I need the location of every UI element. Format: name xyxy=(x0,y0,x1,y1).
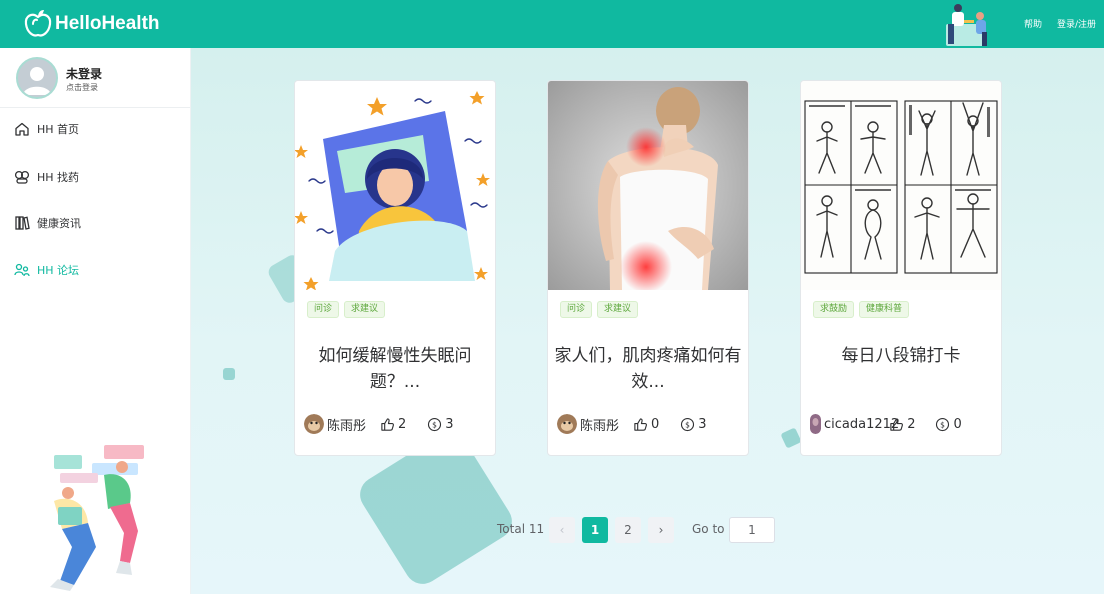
user-name: 未登录 xyxy=(66,67,103,81)
sidebar-item-home[interactable]: HH 首页 xyxy=(14,118,79,140)
app-name: HelloHealth xyxy=(55,13,160,34)
thumb-up-icon xyxy=(634,417,647,431)
like-count: 2 xyxy=(398,416,407,432)
post-footer: 陈雨彤 2 $ 3 xyxy=(304,414,489,434)
coin-icon: $ xyxy=(681,417,695,431)
insomnia-illustration xyxy=(295,81,495,290)
baduanjin-sketch xyxy=(801,81,1001,290)
sidebar-item-forum[interactable]: HH 论坛 xyxy=(14,259,79,281)
tag[interactable]: 健康科普 xyxy=(859,301,910,318)
logo-icon xyxy=(24,10,52,37)
post-card[interactable]: 求鼓励 健康科普 每日八段锦打卡 cicada1212 2 $ 0 xyxy=(800,80,1002,456)
author-avatar[interactable] xyxy=(557,414,577,434)
next-page-button[interactable]: › xyxy=(648,517,674,543)
sidebar-item-label: HH 首页 xyxy=(37,123,80,136)
coin-count: 3 xyxy=(445,416,454,432)
app-logo[interactable]: HelloHealth xyxy=(24,8,160,40)
pagination-total: Total 11 xyxy=(497,522,545,536)
pills-icon xyxy=(14,170,30,184)
avatar[interactable] xyxy=(16,57,58,99)
post-title[interactable]: 每日八段锦打卡 xyxy=(807,343,995,369)
books-icon xyxy=(15,216,30,230)
coin-count: 3 xyxy=(698,416,707,432)
back-pain-photo xyxy=(548,81,748,290)
author-avatar[interactable] xyxy=(810,414,821,434)
like-count: 2 xyxy=(907,416,916,432)
top-header: HelloHealth 帮助 登录/注册 xyxy=(0,0,1104,48)
post-footer: cicada1212 2 $ 0 xyxy=(810,414,995,434)
thumb-up-icon xyxy=(381,417,394,431)
user-login-box[interactable]: 未登录 点击登录 xyxy=(0,48,190,108)
coin-button[interactable]: $ 3 xyxy=(680,416,707,432)
coin-icon: $ xyxy=(936,417,950,431)
like-count: 0 xyxy=(651,416,660,432)
post-image[interactable] xyxy=(548,81,748,290)
user-placeholder-icon xyxy=(23,67,51,95)
login-register-link[interactable]: 登录/注册 xyxy=(1057,17,1096,30)
help-link[interactable]: 帮助 xyxy=(1024,17,1042,30)
author-name[interactable]: cicada1212 xyxy=(824,417,899,432)
tag[interactable]: 求建议 xyxy=(344,301,386,318)
sidebar-item-health-news[interactable]: 健康资讯 xyxy=(14,212,81,234)
page-button-2[interactable]: 2 xyxy=(615,517,641,543)
sidebar-item-label: 健康资讯 xyxy=(37,217,81,230)
tag[interactable]: 问诊 xyxy=(560,301,593,318)
tag[interactable]: 问诊 xyxy=(307,301,340,318)
author-avatar[interactable] xyxy=(304,414,324,434)
post-footer: 陈雨彤 0 $ 3 xyxy=(557,414,742,434)
author-name[interactable]: 陈雨彤 xyxy=(580,415,619,434)
like-button[interactable]: 2 xyxy=(380,417,406,432)
post-card[interactable]: 问诊 求建议 如何缓解慢性失眠问题？... 陈雨彤 2 $ 3 xyxy=(294,80,496,456)
page-button-1[interactable]: 1 xyxy=(582,517,608,543)
tag[interactable]: 求鼓励 xyxy=(813,301,855,318)
like-button[interactable]: 2 xyxy=(889,417,915,432)
coin-count: 0 xyxy=(953,416,962,432)
sidebar: 未登录 点击登录 HH 首页 HH 找药 健康资讯 HH 论坛 xyxy=(0,48,191,594)
tag[interactable]: 求建议 xyxy=(597,301,639,318)
goto-label: Go to xyxy=(692,522,725,536)
chevron-right-icon: › xyxy=(658,523,664,537)
coin-button[interactable]: $ 3 xyxy=(427,416,454,432)
doctor-consult-illustration xyxy=(946,4,987,46)
post-card[interactable]: 问诊 求建议 家人们，肌肉疼痛如何有效... 陈雨彤 0 $ 3 xyxy=(547,80,749,456)
sidebar-item-label: HH 论坛 xyxy=(37,264,80,277)
monkey-avatar-icon xyxy=(557,414,577,434)
svg-text:$: $ xyxy=(685,420,690,429)
post-image[interactable] xyxy=(295,81,495,290)
svg-text:$: $ xyxy=(941,420,946,429)
author-name[interactable]: 陈雨彤 xyxy=(327,415,366,434)
chevron-left-icon: ‹ xyxy=(559,523,565,537)
post-image[interactable] xyxy=(801,81,1001,290)
coin-button[interactable]: $ 0 xyxy=(935,416,962,432)
reading-couple-illustration xyxy=(50,445,144,591)
like-button[interactable]: 0 xyxy=(633,417,659,432)
svg-text:$: $ xyxy=(432,420,437,429)
post-tags: 问诊 求建议 xyxy=(560,301,639,318)
main-content: 问诊 求建议 如何缓解慢性失眠问题？... 陈雨彤 2 $ 3 问诊 求建议 家… xyxy=(191,48,1104,594)
thumb-up-icon xyxy=(890,417,904,431)
sidebar-item-label: HH 找药 xyxy=(37,171,80,184)
post-tags: 求鼓励 健康科普 xyxy=(813,301,910,318)
prev-page-button[interactable]: ‹ xyxy=(549,517,575,543)
user-photo-icon xyxy=(810,414,821,434)
monkey-avatar-icon xyxy=(304,414,324,434)
post-title[interactable]: 如何缓解慢性失眠问题？... xyxy=(301,343,489,395)
decor-square-small xyxy=(223,368,235,380)
decor-square-right xyxy=(780,427,802,449)
coin-icon: $ xyxy=(428,417,442,431)
forum-icon xyxy=(14,263,30,277)
post-tags: 问诊 求建议 xyxy=(307,301,386,318)
sidebar-item-find-medicine[interactable]: HH 找药 xyxy=(14,166,79,188)
pagination: Total 11 ‹ 1 2 › Go to xyxy=(191,517,1104,543)
home-icon xyxy=(15,122,29,136)
post-title[interactable]: 家人们，肌肉疼痛如何有效... xyxy=(554,343,742,395)
login-prompt[interactable]: 点击登录 xyxy=(66,82,98,93)
goto-page-input[interactable] xyxy=(729,517,775,543)
